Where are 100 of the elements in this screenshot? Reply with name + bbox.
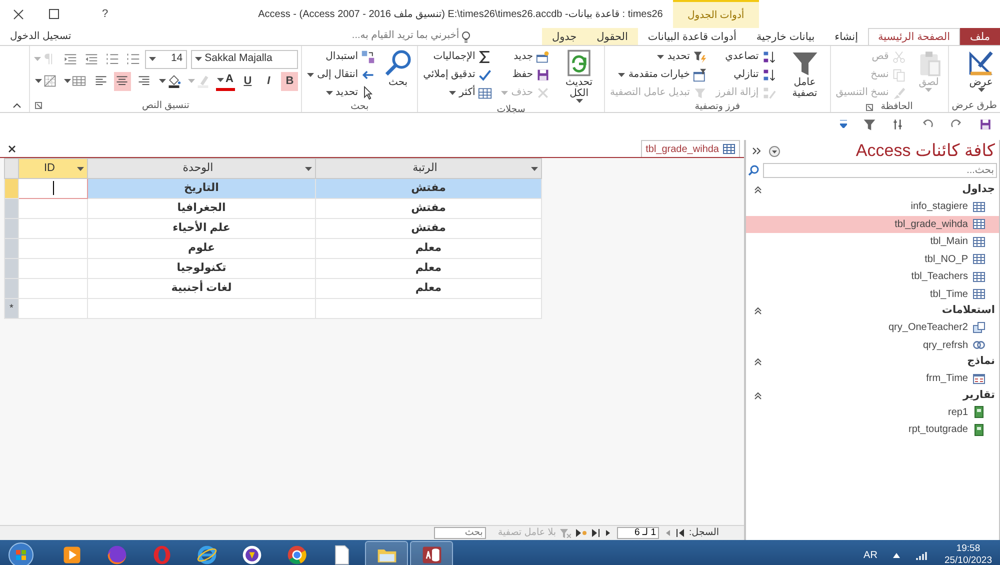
funnel-lightning-icon xyxy=(692,50,707,64)
ribbon-button[interactable]: حفظ xyxy=(499,66,552,83)
pane-item[interactable]: tbl_Teachers xyxy=(746,268,999,286)
ribbon-button[interactable]: تنازلي xyxy=(714,66,778,83)
ribbon-tab[interactable]: إنشاء xyxy=(824,28,868,45)
ribbon-button[interactable]: تحديد xyxy=(608,48,709,65)
dropdown-icon[interactable] xyxy=(769,146,780,156)
table-icon xyxy=(723,144,735,154)
format-button[interactable]: A xyxy=(216,72,236,90)
save-icon xyxy=(536,68,550,82)
font-size-field[interactable]: 14 xyxy=(145,50,187,68)
clock-date[interactable]: 25/10/2023 xyxy=(944,555,992,565)
first-record-icon[interactable] xyxy=(676,529,686,537)
pane-item[interactable]: rpt_toutgrade xyxy=(746,421,999,438)
dialog-launcher-icon[interactable] xyxy=(35,102,42,109)
align-center-icon xyxy=(115,74,130,88)
align-right-icon xyxy=(137,74,152,88)
pane-item[interactable]: rep1 xyxy=(746,404,999,421)
ribbon-button[interactable]: تحديث الكل xyxy=(557,48,602,104)
group-header[interactable]: جداول xyxy=(746,182,999,198)
group-header[interactable]: استعلامات xyxy=(746,303,999,319)
pane-item[interactable]: info_stagiere xyxy=(746,198,999,216)
table-icon xyxy=(973,270,985,283)
format-button[interactable]: U xyxy=(239,72,256,90)
ribbon-button[interactable]: جديد xyxy=(499,48,552,65)
pane-item[interactable]: tbl_Time xyxy=(746,286,999,303)
ribbon-button[interactable]: عامل تصفية xyxy=(782,48,827,100)
pane-item[interactable]: qry_OneTeacher2 xyxy=(746,319,999,336)
record-position-field[interactable]: 1 لـ 6 xyxy=(617,527,660,539)
group-header[interactable]: تقارير xyxy=(746,388,999,404)
pane-item[interactable]: tbl_Main xyxy=(746,233,999,250)
customize-icon[interactable] xyxy=(840,120,847,128)
pane-title: كافة كائنات Access xyxy=(856,140,995,162)
search-field[interactable]: بحث xyxy=(434,527,486,539)
pane-item[interactable]: tbl_NO_P xyxy=(746,250,999,268)
ribbon-tab[interactable]: بيانات خارجية xyxy=(746,28,825,45)
taskbar-button[interactable] xyxy=(365,541,408,565)
collapse-pane-icon[interactable] xyxy=(752,147,761,155)
pane-search-field[interactable]: بحث... xyxy=(763,163,997,178)
column-header[interactable]: الرتبة xyxy=(316,158,542,178)
ribbon-button[interactable]: تحديد xyxy=(305,84,378,101)
language-indicator[interactable]: AR xyxy=(864,548,878,562)
show-hidden-icon[interactable] xyxy=(893,552,900,558)
column-header[interactable]: ID xyxy=(18,158,88,178)
close-icon[interactable] xyxy=(8,145,16,153)
taskbar-button[interactable] xyxy=(410,541,453,565)
ribbon-button[interactable]: الإجماليات xyxy=(421,48,494,65)
ribbon-button[interactable]: تصاعدي xyxy=(714,48,778,65)
ribbon-tab[interactable]: جدول xyxy=(542,28,587,45)
ribbon-button[interactable]: بحث xyxy=(382,48,414,89)
table-cell: مفتش xyxy=(316,198,542,218)
column-header[interactable]: الوحدة xyxy=(88,158,316,178)
collapse-ribbon-icon[interactable] xyxy=(13,103,22,108)
dialog-launcher-icon[interactable] xyxy=(866,104,873,110)
form-icon xyxy=(973,372,985,385)
sort-filter-icon[interactable] xyxy=(892,118,905,130)
ribbon-button[interactable]: خيارات متقدمة xyxy=(608,66,709,83)
table-icon xyxy=(973,288,985,300)
format-button[interactable]: I xyxy=(260,72,278,90)
align-left-icon xyxy=(94,74,108,88)
ribbon-tab[interactable]: الحقول xyxy=(586,28,638,45)
indent-icon xyxy=(62,52,77,66)
ribbon-button[interactable]: عرض xyxy=(965,48,997,93)
help-button[interactable]: ? xyxy=(102,6,108,22)
last-record-icon[interactable] xyxy=(591,529,600,537)
pane-item[interactable]: tbl_grade_wihda xyxy=(746,216,999,233)
paintbrush-icon xyxy=(892,86,906,100)
sort-ascending-icon xyxy=(762,50,776,64)
close-icon[interactable] xyxy=(12,8,24,20)
font-name-field[interactable]: Sakkal Majalla xyxy=(190,50,298,68)
sign-in-link[interactable]: تسجيل الدخول xyxy=(10,28,72,45)
ribbon-button[interactable]: تدقيق إملائي xyxy=(421,66,494,83)
pane-item[interactable]: frm_Time xyxy=(746,370,999,388)
ribbon-tab[interactable]: أدوات قاعدة البيانات xyxy=(638,28,746,45)
ribbon-button[interactable]: انتقال إلى xyxy=(305,66,378,83)
maximize-icon[interactable] xyxy=(49,9,59,19)
report-icon xyxy=(973,406,985,418)
document-tab[interactable]: tbl_grade_wihda xyxy=(640,140,740,157)
group-header[interactable]: نماذج xyxy=(746,354,999,370)
funnel-icon[interactable] xyxy=(863,118,876,130)
table-icon xyxy=(973,200,985,213)
ribbon-tab[interactable]: الصفحة الرئيسية xyxy=(868,28,960,45)
search-icon xyxy=(384,49,412,77)
pane-item[interactable]: qry_refrsh xyxy=(746,336,999,354)
table-cell: لغات أجنبية xyxy=(88,278,316,298)
ribbon-tab[interactable]: ملف xyxy=(960,28,1000,45)
format-button[interactable] xyxy=(114,72,132,90)
sort-descending-icon xyxy=(762,68,776,82)
format-button[interactable]: B xyxy=(281,72,298,90)
tell-me-field[interactable]: أخبرني بما تريد القيام به... xyxy=(261,28,462,45)
start-button[interactable] xyxy=(8,542,34,565)
ribbon-button[interactable]: استبدال xyxy=(305,48,378,65)
circle-logo-icon xyxy=(286,544,308,565)
collapse-icon xyxy=(754,307,762,315)
signal-icon[interactable] xyxy=(916,550,928,560)
ribbon-button[interactable]: أكثر xyxy=(421,84,494,101)
outdent-icon xyxy=(84,52,98,66)
save-icon[interactable] xyxy=(979,118,992,130)
new-record-icon[interactable] xyxy=(575,529,588,537)
clock-time[interactable]: 19:58 xyxy=(956,543,980,555)
